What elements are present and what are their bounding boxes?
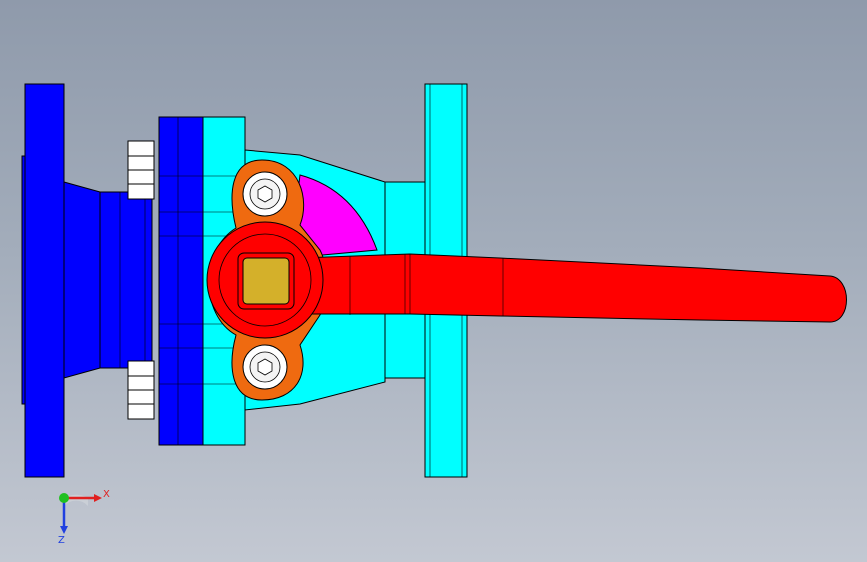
x-axis-arrowhead (94, 494, 102, 502)
flange-bolt-top (127, 140, 155, 200)
ball-valve-model[interactable] (0, 0, 867, 562)
cap-screw-bottom (242, 344, 288, 390)
y-axis-point (59, 493, 69, 503)
flange-neck (63, 181, 153, 379)
z-axis-arrowhead (60, 526, 68, 534)
lever-handle[interactable] (206, 221, 847, 339)
stem-square (237, 252, 295, 310)
cad-viewport[interactable]: X Z (0, 0, 867, 562)
flange-bolt-bottom (127, 360, 155, 420)
axis-triad[interactable]: X Z (46, 480, 116, 550)
body-end-cap[interactable] (158, 116, 206, 446)
left-flange[interactable] (21, 83, 65, 478)
z-axis-label: Z (58, 535, 65, 546)
cap-screw-top (242, 171, 288, 217)
x-axis-label: X (103, 489, 110, 500)
